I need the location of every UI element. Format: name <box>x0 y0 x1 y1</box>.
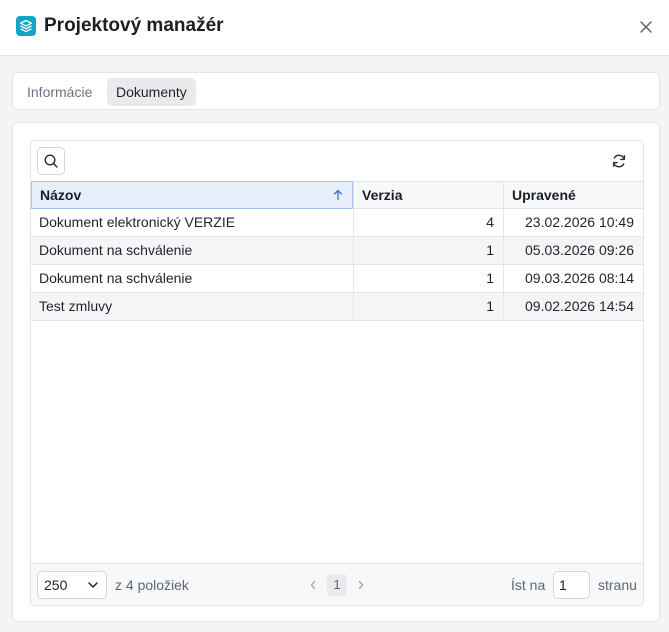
column-header-nazov[interactable]: Názov <box>31 181 353 209</box>
cell-name: Dokument elektronický VERZIE <box>39 214 236 230</box>
cell-modified: 09.02.2026 14:54 <box>503 293 643 320</box>
page-size-select[interactable]: 250 <box>37 571 107 599</box>
tab-dokumenty[interactable]: Dokumenty <box>107 78 196 106</box>
next-page-button[interactable] <box>355 577 367 593</box>
cell-name: Dokument na schválenie <box>39 242 193 258</box>
tab-bar: Informácie Dokumenty <box>12 72 660 110</box>
chevron-left-icon <box>310 580 316 590</box>
cell-version: 1 <box>353 265 503 292</box>
column-header-verzia[interactable]: Verzia <box>353 182 503 209</box>
page-size-value: 250 <box>44 577 68 593</box>
table-row[interactable]: Dokument elektronický VERZIE 4 23.02.202… <box>31 209 643 237</box>
close-icon[interactable] <box>636 17 656 37</box>
cell-version: 1 <box>353 293 503 320</box>
grid-pager: 250 z 4 položiek 1 Íst na stranu <box>31 563 643 605</box>
refresh-button[interactable] <box>609 151 629 171</box>
refresh-icon <box>612 154 626 168</box>
search-button[interactable] <box>37 147 65 175</box>
chevron-right-icon <box>358 580 364 590</box>
previous-page-button[interactable] <box>307 577 319 593</box>
goto-page-input[interactable] <box>553 571 590 599</box>
cell-modified: 09.03.2026 08:14 <box>503 265 643 292</box>
chevron-down-icon <box>88 582 98 588</box>
documents-panel: Názov Verzia Upravené Dokument elektroni… <box>12 122 660 622</box>
documents-grid: Názov Verzia Upravené Dokument elektroni… <box>30 140 644 606</box>
goto-page-label: Íst na <box>511 577 546 593</box>
column-header-upravene[interactable]: Upravené <box>503 182 643 209</box>
page-number-button[interactable]: 1 <box>327 574 347 596</box>
cell-name: Test zmluvy <box>39 298 113 314</box>
grid-toolbar <box>31 141 643 181</box>
table-row[interactable]: Dokument na schválenie 1 09.03.2026 08:1… <box>31 265 643 293</box>
dialog-header: Projektový manažér <box>0 0 669 56</box>
item-count: z 4 položiek <box>115 577 189 593</box>
cell-modified: 23.02.2026 10:49 <box>503 209 643 236</box>
table-row[interactable]: Test zmluvy 1 09.02.2026 14:54 <box>31 293 643 321</box>
sort-ascending-icon <box>333 189 343 201</box>
dialog-title: Projektový manažér <box>44 15 224 36</box>
layers-icon <box>16 16 36 36</box>
tab-informacie[interactable]: Informácie <box>18 78 101 106</box>
grid-header: Názov Verzia Upravené <box>31 181 643 209</box>
cell-modified: 05.03.2026 09:26 <box>503 237 643 264</box>
cell-name: Dokument na schválenie <box>39 270 193 286</box>
table-row[interactable]: Dokument na schválenie 1 05.03.2026 09:2… <box>31 237 643 265</box>
goto-page-suffix: stranu <box>598 577 637 593</box>
cell-version: 4 <box>353 209 503 236</box>
search-icon <box>44 154 58 168</box>
cell-version: 1 <box>353 237 503 264</box>
